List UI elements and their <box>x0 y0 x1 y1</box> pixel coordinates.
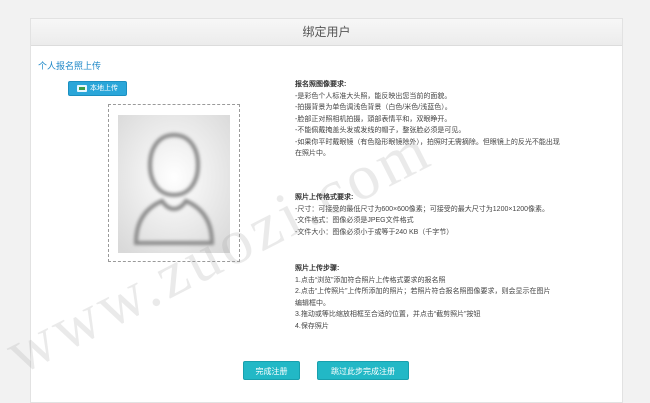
format-requirements: 照片上传格式要求: -尺寸：可接受的最低尺寸为600×600像素；可接受的最大尺… <box>295 192 549 238</box>
upload-step-line: 3.拖动或等比缩放相框至合适的位置，并点击“截剪照片”按钮 <box>295 311 481 318</box>
photo-requirement-line: -不能佩戴掩盖头发或发线的帽子，整张脸必须是可见。 <box>295 127 466 134</box>
upload-steps-heading: 照片上传步骤: <box>295 265 340 272</box>
photo-requirement-line: -如果你平时戴眼镜（有色隐形眼镜除外），拍照时无需摘除。但眼镜上的反光不能出现 <box>295 138 560 146</box>
section-title: 个人报名照上传 <box>38 61 102 71</box>
format-requirement-line: -尺寸：可接受的最低尺寸为600×600像素；可接受的最大尺寸为1200×120… <box>295 205 550 213</box>
photo-requirements-heading: 报名照图像要求: <box>295 81 347 88</box>
format-requirement-line: -文件大小：图像必须小于或等于240 KB（千字节） <box>295 228 454 236</box>
photo-edit-frame[interactable] <box>108 104 240 262</box>
upload-steps: 照片上传步骤: 1.点击“浏览”添加符合照片上传格式要求的报名照 2.点击“上传… <box>295 263 551 332</box>
complete-registration-button[interactable]: 完成注册 <box>243 361 300 380</box>
photo-requirement-line: -拍摄背景为单色调浅色背景（白色/米色/浅蓝色）。 <box>295 104 452 111</box>
local-upload-label: 本地上传 <box>90 85 118 92</box>
upload-step-line: 2.点击“上传照片”上传所添加的照片；若照片符合报名照图像要求，则会显示在图片 <box>295 288 551 295</box>
photo-requirement-line: -脸部正对照相机拍摄，頭部表情平和，双眼睁开。 <box>295 115 452 123</box>
upload-step-line: 编辑框中。 <box>295 299 330 307</box>
page-title: 绑定用户 <box>31 19 622 46</box>
upload-step-line: 4.保存照片 <box>295 322 329 330</box>
photo-requirement-line: 在照片中。 <box>295 150 330 157</box>
avatar-placeholder-icon <box>118 115 230 253</box>
format-requirement-line: -文件格式：图像必须是JPEG文件格式 <box>295 217 414 224</box>
upload-step-line: 1.点击“浏览”添加符合照片上传格式要求的报名照 <box>295 276 446 284</box>
local-upload-button[interactable]: 本地上传 <box>68 81 127 96</box>
skip-and-complete-button[interactable]: 跳过此步完成注册 <box>317 361 409 380</box>
photo-requirements: 报名照图像要求: -是彩色个人标准大头照，能反映出您当前的面貌。 -拍摄背景为单… <box>295 79 560 160</box>
photo-requirement-line: -是彩色个人标准大头照，能反映出您当前的面貌。 <box>295 92 452 100</box>
format-requirements-heading: 照片上传格式要求: <box>295 194 354 201</box>
image-upload-icon <box>77 85 87 92</box>
